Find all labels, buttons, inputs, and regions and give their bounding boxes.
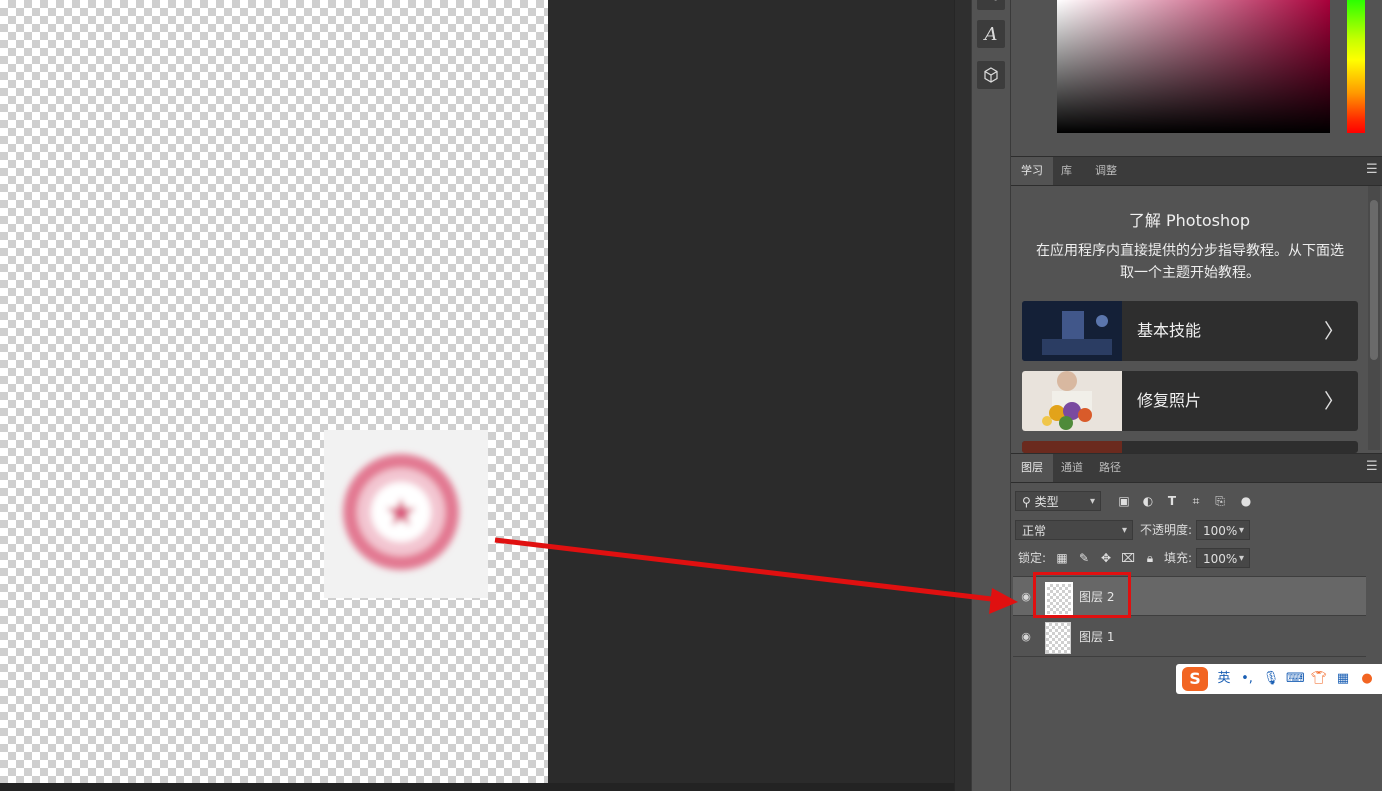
learn-card-partial[interactable] bbox=[1022, 441, 1358, 453]
sogou-logo-icon[interactable]: S bbox=[1182, 667, 1208, 691]
layer-name: 图层 1 bbox=[1079, 630, 1115, 644]
microphone-icon[interactable]: 🎙︎ bbox=[1262, 668, 1280, 690]
learn-title: 了解 Photoshop bbox=[1128, 211, 1251, 230]
chevron-down-icon: ▾ bbox=[1089, 496, 1095, 507]
fill-label: 填充: bbox=[1164, 551, 1193, 565]
lock-image-icon[interactable]: ✎ bbox=[1076, 550, 1092, 566]
panel-toolbar: ✎ A bbox=[971, 0, 1011, 791]
smart-object-filter-icon[interactable]: ⎘ bbox=[1212, 493, 1228, 509]
skin-icon[interactable]: 👕︎ bbox=[1310, 668, 1328, 690]
hand-tool-icon[interactable]: ✎ bbox=[977, 0, 1005, 10]
tab-libraries[interactable]: 库 bbox=[1051, 157, 1082, 185]
opacity-value: 100% bbox=[1203, 524, 1238, 538]
filter-toggle-icon[interactable]: ● bbox=[1238, 493, 1254, 509]
toolbox-icon[interactable]: ▦ bbox=[1334, 668, 1352, 690]
card-thumbnail bbox=[1022, 301, 1122, 361]
blend-mode-value: 正常 bbox=[1022, 524, 1047, 538]
tab-learn[interactable]: 学习 bbox=[1011, 157, 1053, 185]
pixel-filter-icon[interactable]: ▣ bbox=[1116, 493, 1132, 509]
lock-transparent-icon[interactable]: ▦ bbox=[1054, 550, 1070, 566]
chevron-down-icon: ▾ bbox=[1238, 525, 1244, 536]
chevron-down-icon: ▾ bbox=[1238, 553, 1244, 564]
annotation-highlight-box bbox=[1033, 572, 1131, 618]
lock-position-icon[interactable]: ✥ bbox=[1098, 550, 1114, 566]
chevron-down-icon: ▾ bbox=[1121, 525, 1127, 536]
lock-label: 锁定: bbox=[1018, 551, 1047, 565]
card-label: 基本技能 bbox=[1137, 321, 1202, 340]
color-saturation-field[interactable] bbox=[1057, 0, 1330, 133]
card-thumbnail bbox=[1022, 371, 1122, 431]
shape-filter-icon[interactable]: ⌗ bbox=[1188, 493, 1204, 509]
blend-mode-select[interactable]: 正常 ▾ bbox=[1015, 520, 1133, 540]
opacity-input[interactable]: 100% ▾ bbox=[1196, 520, 1250, 540]
layer-row[interactable]: ◉ 图层 1 bbox=[1013, 617, 1366, 657]
panel-menu-icon[interactable]: ☰ bbox=[1366, 163, 1378, 177]
ime-toolbar: S 英 •, 🎙︎ ⌨ 👕︎ ▦ ● bbox=[1176, 664, 1382, 694]
learn-card-basic-skills[interactable]: 基本技能 〉 bbox=[1022, 301, 1358, 361]
chevron-right-icon: 〉 bbox=[1324, 319, 1344, 343]
tab-channels[interactable]: 通道 bbox=[1051, 454, 1093, 482]
adjustment-filter-icon[interactable]: ◐ bbox=[1140, 493, 1156, 509]
lock-artboard-icon[interactable]: ⌧ bbox=[1120, 550, 1136, 566]
card-thumbnail bbox=[1022, 441, 1122, 453]
3d-cube-icon[interactable] bbox=[977, 61, 1005, 89]
stamp-image bbox=[324, 430, 488, 598]
canvas-scrollbar[interactable] bbox=[954, 0, 971, 791]
opacity-label: 不透明度: bbox=[1140, 523, 1193, 537]
chevron-right-icon: 〉 bbox=[1324, 389, 1344, 413]
filter-kind-value: 类型 bbox=[1034, 495, 1059, 509]
keyboard-icon[interactable]: ⌨ bbox=[1286, 668, 1305, 690]
learn-tabbar: 学习 库 调整 ☰ bbox=[1011, 156, 1382, 186]
fill-value: 100% bbox=[1203, 552, 1238, 566]
mascot-icon[interactable]: ● bbox=[1358, 668, 1376, 690]
lock-all-icon[interactable]: 🔒︎ bbox=[1142, 550, 1158, 566]
learn-card-fix-photos[interactable]: 修复照片 〉 bbox=[1022, 371, 1358, 431]
learn-scroll-thumb[interactable] bbox=[1370, 200, 1378, 360]
layer-thumbnail bbox=[1045, 622, 1071, 654]
character-panel-icon[interactable]: A bbox=[977, 20, 1005, 48]
tab-adjustments[interactable]: 调整 bbox=[1085, 157, 1127, 185]
panel-menu-icon[interactable]: ☰ bbox=[1366, 460, 1378, 474]
search-icon: ⚲ bbox=[1022, 495, 1031, 509]
eye-icon[interactable]: ◉ bbox=[1019, 630, 1033, 644]
learn-description: 在应用程序内直接提供的分步指导教程。从下面选取一个主题开始教程。 bbox=[1036, 243, 1344, 281]
layers-tabbar: 图层 通道 路径 ☰ bbox=[1011, 453, 1382, 483]
hue-slider[interactable] bbox=[1347, 0, 1365, 133]
eye-icon[interactable]: ◉ bbox=[1019, 590, 1033, 604]
tab-paths[interactable]: 路径 bbox=[1089, 454, 1131, 482]
card-label: 修复照片 bbox=[1137, 391, 1202, 410]
tab-layers[interactable]: 图层 bbox=[1011, 454, 1053, 482]
fill-input[interactable]: 100% ▾ bbox=[1196, 548, 1250, 568]
stamp-graphic bbox=[343, 454, 459, 570]
type-filter-icon[interactable]: T bbox=[1164, 493, 1180, 509]
ime-mode-toggle[interactable]: 英 bbox=[1214, 668, 1234, 690]
ime-punctuation-toggle[interactable]: •, bbox=[1238, 668, 1256, 690]
document-canvas[interactable] bbox=[0, 0, 548, 783]
layer-filter-select[interactable]: ⚲ 类型 ▾ bbox=[1015, 491, 1101, 511]
